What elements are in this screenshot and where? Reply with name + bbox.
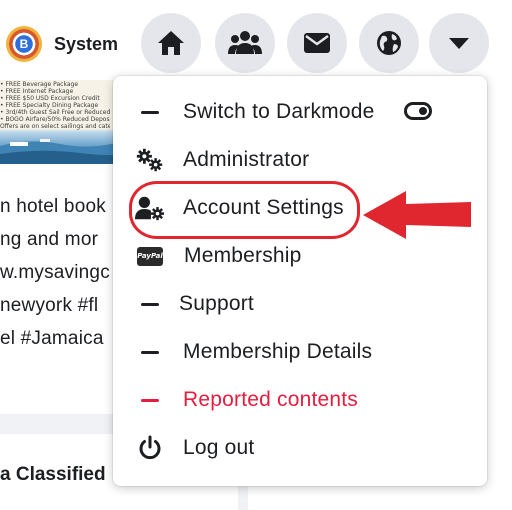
menu-item-label: Membership — [184, 244, 302, 267]
darkmode-toggle[interactable] — [404, 102, 432, 120]
promo-line: • FREE $50 USD Excursion Credit — [0, 95, 100, 102]
avatar-letter: B — [19, 37, 29, 51]
dash-icon — [135, 89, 165, 135]
avatar[interactable]: B — [6, 26, 42, 62]
top-navigation-bar: B System — [0, 0, 512, 80]
menu-item-label: Switch to Darkmode — [183, 100, 375, 123]
dash-icon — [135, 281, 165, 327]
promo-line: • FREE Beverage Package — [0, 81, 79, 88]
dash-icon — [135, 377, 165, 423]
menu-item-administrator[interactable]: Administrator — [113, 137, 487, 183]
globe-button[interactable] — [359, 13, 419, 73]
menu-item-label: Membership Details — [183, 340, 373, 363]
menu-item-label: Reported contents — [183, 388, 359, 411]
menu-item-label: Administrator — [183, 148, 310, 171]
menu-item-logout[interactable]: Log out — [113, 425, 487, 471]
profile-name[interactable]: System — [54, 34, 118, 55]
paypal-badge: PayPal — [137, 246, 163, 266]
paypal-icon: PayPal — [135, 233, 165, 279]
user-cog-icon — [135, 185, 165, 231]
caret-down-icon — [449, 38, 469, 49]
menu-item-label: Account Settings — [183, 196, 344, 219]
account-menu-button[interactable] — [429, 13, 489, 73]
menu-item-account-settings[interactable]: Account Settings — [113, 185, 487, 231]
menu-item-membership[interactable]: PayPal Membership — [113, 233, 487, 279]
promo-line: • FREE Internet Package — [0, 88, 74, 95]
home-button[interactable] — [141, 13, 201, 73]
toggle-knob — [419, 107, 427, 115]
promo-line: • 3rd/4th Guest Sail Free or Reduced Rat… — [0, 109, 110, 116]
envelope-icon — [304, 33, 330, 53]
globe-icon — [377, 31, 401, 55]
account-dropdown-menu: Switch to Darkmode Administrator Account… — [113, 76, 487, 486]
power-icon — [135, 425, 165, 471]
classified-title[interactable]: a Classified — [0, 464, 106, 486]
menu-item-reported-contents[interactable]: Reported contents — [113, 377, 487, 423]
menu-item-support[interactable]: Support — [113, 281, 487, 327]
promo-line: • FREE Specialty Dining Package — [0, 102, 99, 109]
profile-shortcut[interactable]: B System — [6, 24, 118, 64]
menu-item-darkmode[interactable]: Switch to Darkmode — [113, 89, 487, 135]
promo-line: • BOGO Airfare/50% Reduced Deposits — [0, 116, 110, 123]
friends-button[interactable] — [215, 13, 275, 73]
menu-item-membership-details[interactable]: Membership Details — [113, 329, 487, 375]
friends-icon — [228, 31, 262, 54]
menu-item-label: Support — [179, 292, 254, 315]
home-icon — [158, 31, 184, 55]
menu-item-label: Log out — [183, 436, 255, 459]
gears-icon — [135, 137, 165, 183]
dash-icon — [135, 329, 165, 375]
promo-line: Offers are on select sailings and catego… — [0, 123, 110, 130]
messages-button[interactable] — [287, 13, 347, 73]
promo-text: • FREE Beverage Package • FREE Internet … — [0, 81, 110, 130]
